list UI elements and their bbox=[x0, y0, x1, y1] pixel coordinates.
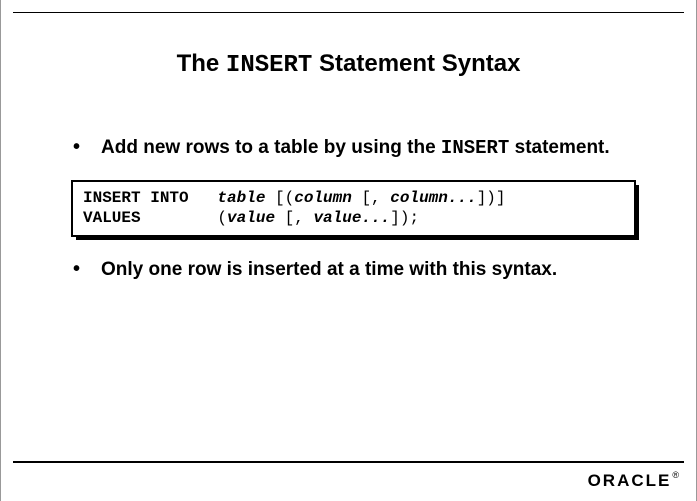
title-pre: The bbox=[177, 50, 226, 77]
code-italic-column1: column bbox=[294, 189, 361, 207]
slide: The INSERT Statement Syntax Add new rows… bbox=[0, 0, 697, 501]
bullet-1-post: statement. bbox=[509, 137, 609, 158]
code-content: INSERT INTO table [(column [, column...]… bbox=[71, 180, 636, 238]
trademark-icon: ® bbox=[672, 470, 679, 480]
content-area: Add new rows to a table by using the INS… bbox=[71, 135, 636, 302]
bullet-1: Add new rows to a table by using the INS… bbox=[71, 135, 636, 162]
code-plain-4: ( bbox=[217, 209, 227, 227]
code-plain-2: [, bbox=[361, 189, 390, 207]
code-plain-1: [( bbox=[275, 189, 294, 207]
code-kw-insert-into: INSERT INTO bbox=[83, 189, 217, 207]
code-plain-3: ])] bbox=[477, 189, 506, 207]
code-kw-values: VALUES bbox=[83, 209, 217, 227]
title-post: Statement Syntax bbox=[312, 50, 520, 77]
bullet-list: Add new rows to a table by using the INS… bbox=[71, 135, 636, 162]
bullet-2-text: Only one row is inserted at a time with … bbox=[101, 259, 557, 280]
bullet-1-keyword: INSERT bbox=[441, 137, 509, 159]
code-plain-5: [, bbox=[285, 209, 314, 227]
bullet-list-2: Only one row is inserted at a time with … bbox=[71, 257, 636, 284]
brand-text: ORACLE bbox=[588, 471, 672, 490]
bullet-2: Only one row is inserted at a time with … bbox=[71, 257, 636, 284]
bullet-1-pre: Add new rows to a table by using the bbox=[101, 137, 441, 158]
brand-logo: ORACLE® bbox=[588, 471, 678, 491]
code-plain-6: ]); bbox=[390, 209, 419, 227]
code-italic-value2: value... bbox=[313, 209, 390, 227]
title-keyword: INSERT bbox=[226, 52, 312, 79]
code-block: INSERT INTO table [(column [, column...]… bbox=[71, 180, 636, 238]
code-italic-column2: column... bbox=[390, 189, 476, 207]
footer: ORACLE® bbox=[13, 461, 684, 491]
code-italic-table: table bbox=[217, 189, 275, 207]
top-rule bbox=[13, 12, 684, 13]
slide-title: The INSERT Statement Syntax bbox=[1, 50, 696, 79]
code-italic-value1: value bbox=[227, 209, 285, 227]
